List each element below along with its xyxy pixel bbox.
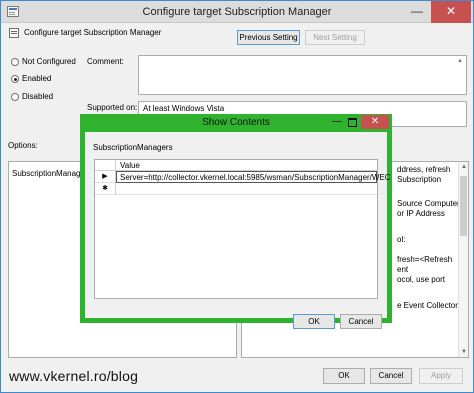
dialog-minimize-button[interactable]: —	[330, 115, 344, 129]
watermark-text: www.vkernel.ro/blog	[9, 368, 139, 384]
radio-label: Disabled	[22, 92, 54, 101]
radio-button[interactable]	[11, 58, 19, 66]
previous-setting-button[interactable]: Previous Setting	[237, 30, 300, 45]
column-header-value: Value	[120, 161, 140, 170]
value-cell-text: Server=http://collector.vkernel.local:59…	[120, 173, 391, 182]
help-scrollbar[interactable]: ▲ ▼	[458, 162, 468, 357]
radio-label: Enabled	[22, 74, 52, 83]
comment-textarea[interactable]: ▲	[138, 55, 467, 95]
help-text-line: Subscription	[397, 175, 442, 184]
new-row-icon[interactable]: ✱	[95, 183, 116, 195]
policy-name: Configure target Subscription Manager	[24, 28, 162, 37]
cancel-button[interactable]: Cancel	[370, 368, 412, 384]
help-text-line: fresh=<Refresh	[397, 255, 453, 264]
supported-on-value: At least Windows Vista	[143, 104, 225, 113]
dialog-ok-button[interactable]: OK	[293, 314, 335, 329]
supported-on-label: Supported on:	[87, 103, 138, 112]
table-row[interactable]: ✱	[95, 183, 377, 195]
ok-button[interactable]: OK	[323, 368, 365, 384]
dialog-heading: SubscriptionManagers	[93, 143, 173, 152]
setting-icon	[9, 28, 19, 38]
help-text-line: ol:	[397, 235, 406, 244]
row-marker-icon[interactable]: ▶	[95, 171, 116, 183]
scroll-up-icon[interactable]: ▲	[459, 162, 469, 172]
grid-corner	[95, 160, 116, 171]
show-contents-dialog: Show Contents — ✕ SubscriptionManagers V…	[80, 114, 392, 329]
help-text-line: e Event Collector	[397, 301, 458, 310]
radio-label: Not Configured	[22, 57, 76, 66]
next-setting-button[interactable]: Next Setting	[305, 30, 365, 45]
dialog-maximize-icon[interactable]	[346, 115, 358, 129]
dialog-cancel-button[interactable]: Cancel	[340, 314, 382, 329]
dialog-body: SubscriptionManagers Value ▶ Server=http…	[85, 132, 391, 329]
scrollbar-thumb[interactable]	[460, 176, 467, 236]
scroll-down-icon[interactable]: ▼	[459, 347, 469, 357]
values-grid: Value ▶ Server=http://collector.vkernel.…	[94, 159, 391, 299]
help-text-line: ent	[397, 265, 409, 274]
help-text-line: ocol, use port	[397, 275, 446, 284]
table-row[interactable]: ▶ Server=http://collector.vkernel.local:…	[95, 171, 391, 183]
window-title: Configure target Subscription Manager	[142, 6, 332, 18]
help-text-line: or IP Address	[397, 209, 445, 218]
grid-header: Value	[95, 160, 377, 171]
title-bar: Configure target Subscription Manager — …	[1, 1, 473, 23]
apply-button[interactable]: Apply	[419, 368, 463, 384]
help-text-line: Source Computer	[397, 199, 460, 208]
radio-button[interactable]	[11, 93, 19, 101]
value-cell-input[interactable]	[116, 183, 377, 195]
close-button[interactable]: ✕	[431, 1, 471, 23]
comment-label: Comment:	[87, 57, 124, 66]
help-text-line: ddress, refresh	[397, 165, 451, 174]
scroll-up-icon[interactable]: ▲	[457, 58, 464, 64]
radio-button[interactable]	[11, 75, 19, 83]
subscription-manager-label: SubscriptionManager	[12, 169, 88, 178]
value-cell-input[interactable]: Server=http://collector.vkernel.local:59…	[116, 171, 391, 183]
minimize-button[interactable]: —	[405, 1, 429, 23]
options-label: Options:	[8, 141, 38, 150]
dialog-close-button[interactable]: ✕	[361, 115, 389, 129]
